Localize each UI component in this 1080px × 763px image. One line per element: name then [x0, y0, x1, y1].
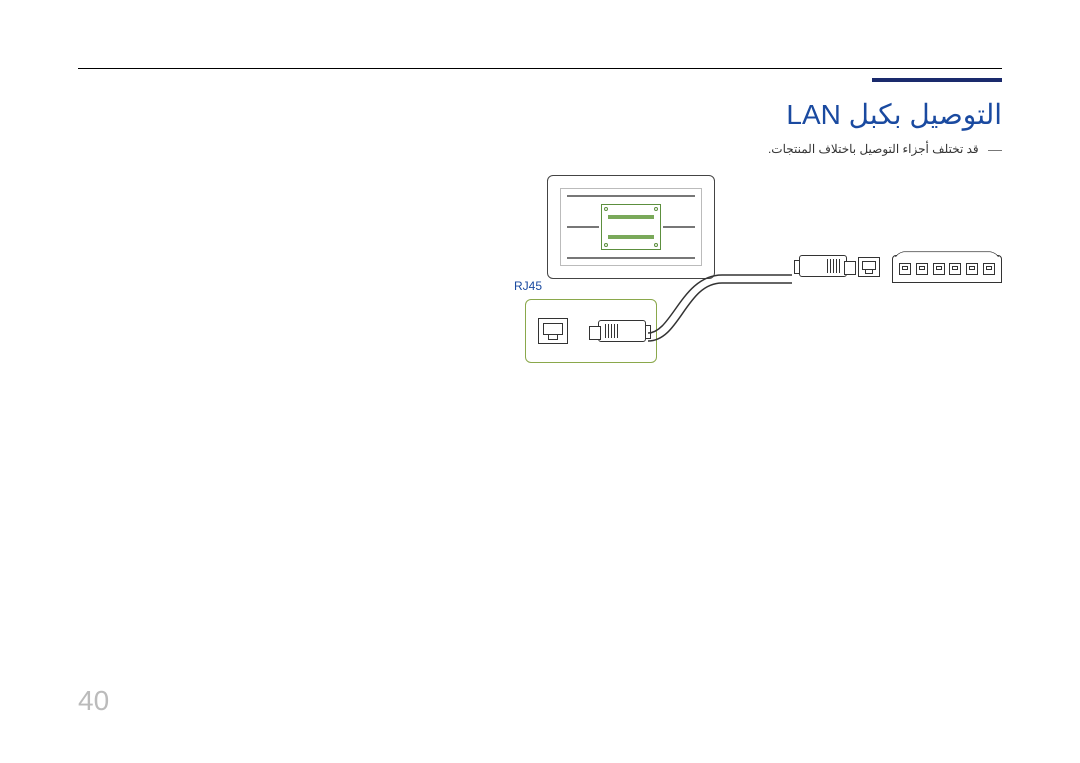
rj45-port-label: RJ45: [514, 279, 542, 293]
rj45-port-icon: [538, 318, 568, 344]
display-device-icon: [547, 175, 715, 279]
note-row: قد تختلف أجزاء التوصيل باختلاف المنتجات.: [768, 142, 1002, 156]
rj45-standalone-port-icon: [858, 257, 880, 277]
page-number: 40: [78, 685, 109, 717]
accent-bar: [872, 78, 1002, 82]
note-text: قد تختلف أجزاء التوصيل باختلاف المنتجات.: [768, 142, 979, 156]
device-backplate-icon: [560, 188, 702, 266]
section-title: التوصيل بكبل LAN: [786, 98, 1002, 131]
lan-connection-diagram: RJ45: [482, 175, 1002, 385]
note-dash-icon: [988, 150, 1002, 151]
lan-cable-plug-near-icon: [598, 320, 646, 342]
top-rule: [78, 68, 1002, 69]
network-hub-icon: [892, 255, 1002, 283]
rj45-port-zoom-box: [525, 299, 657, 363]
lan-cable-plug-far-icon: [799, 255, 847, 277]
vesa-mount-icon: [601, 204, 661, 250]
